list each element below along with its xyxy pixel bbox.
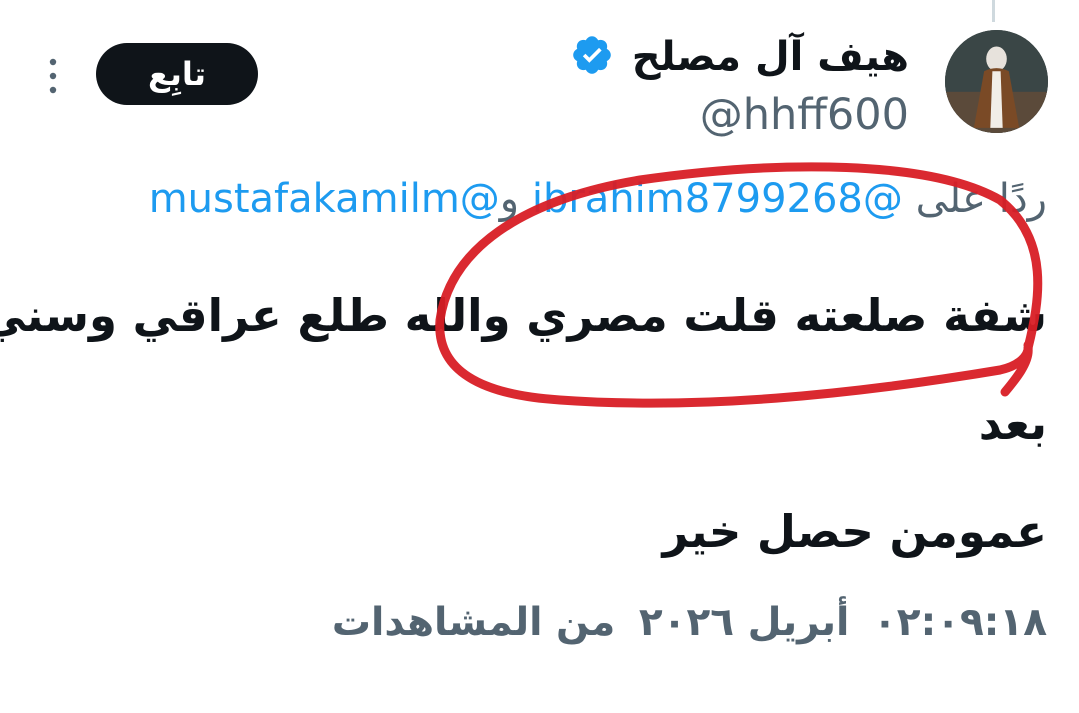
tweet-time[interactable]: ٠٢:٠٩:١٨ bbox=[873, 600, 1047, 645]
follow-button[interactable]: تابِع bbox=[96, 43, 258, 105]
author-handle[interactable]: @hhff600 bbox=[700, 90, 909, 140]
thread-connector-line bbox=[992, 0, 995, 22]
verified-badge-icon bbox=[573, 36, 611, 74]
reply-conjunction: و bbox=[499, 176, 520, 222]
reply-prefix: ردًا على bbox=[915, 176, 1047, 222]
reply-context: ردًا على @ibrahim8799268 و@mustafakamilm bbox=[149, 176, 1047, 222]
avatar-image bbox=[945, 30, 1048, 133]
tweet-text: شفة صلعته قلت مصري والله طلع عراقي وسني … bbox=[0, 262, 1047, 586]
tweet-text-line: شفة صلعته قلت مصري والله طلع عراقي وسني bbox=[0, 289, 1047, 342]
tweet-date[interactable]: أبريل ٢٠٢٦ bbox=[639, 600, 850, 645]
reply-mention-link[interactable]: @mustafakamilm bbox=[149, 176, 500, 222]
reply-mention-link[interactable]: @ibrahim8799268 bbox=[532, 176, 903, 222]
tweet-text-line: عمومن حصل خير bbox=[662, 505, 1047, 558]
tweet-text-line: بعد bbox=[978, 397, 1047, 450]
avatar[interactable] bbox=[945, 30, 1048, 133]
author-name[interactable]: هيف آل مصلح bbox=[632, 34, 909, 80]
views-label: من المشاهدات bbox=[331, 600, 616, 645]
tweet-metadata: ٠٢:٠٩:١٨ أبريل ٢٠٢٦ من المشاهدات bbox=[322, 600, 1047, 645]
more-vertical-icon[interactable] bbox=[46, 56, 60, 96]
